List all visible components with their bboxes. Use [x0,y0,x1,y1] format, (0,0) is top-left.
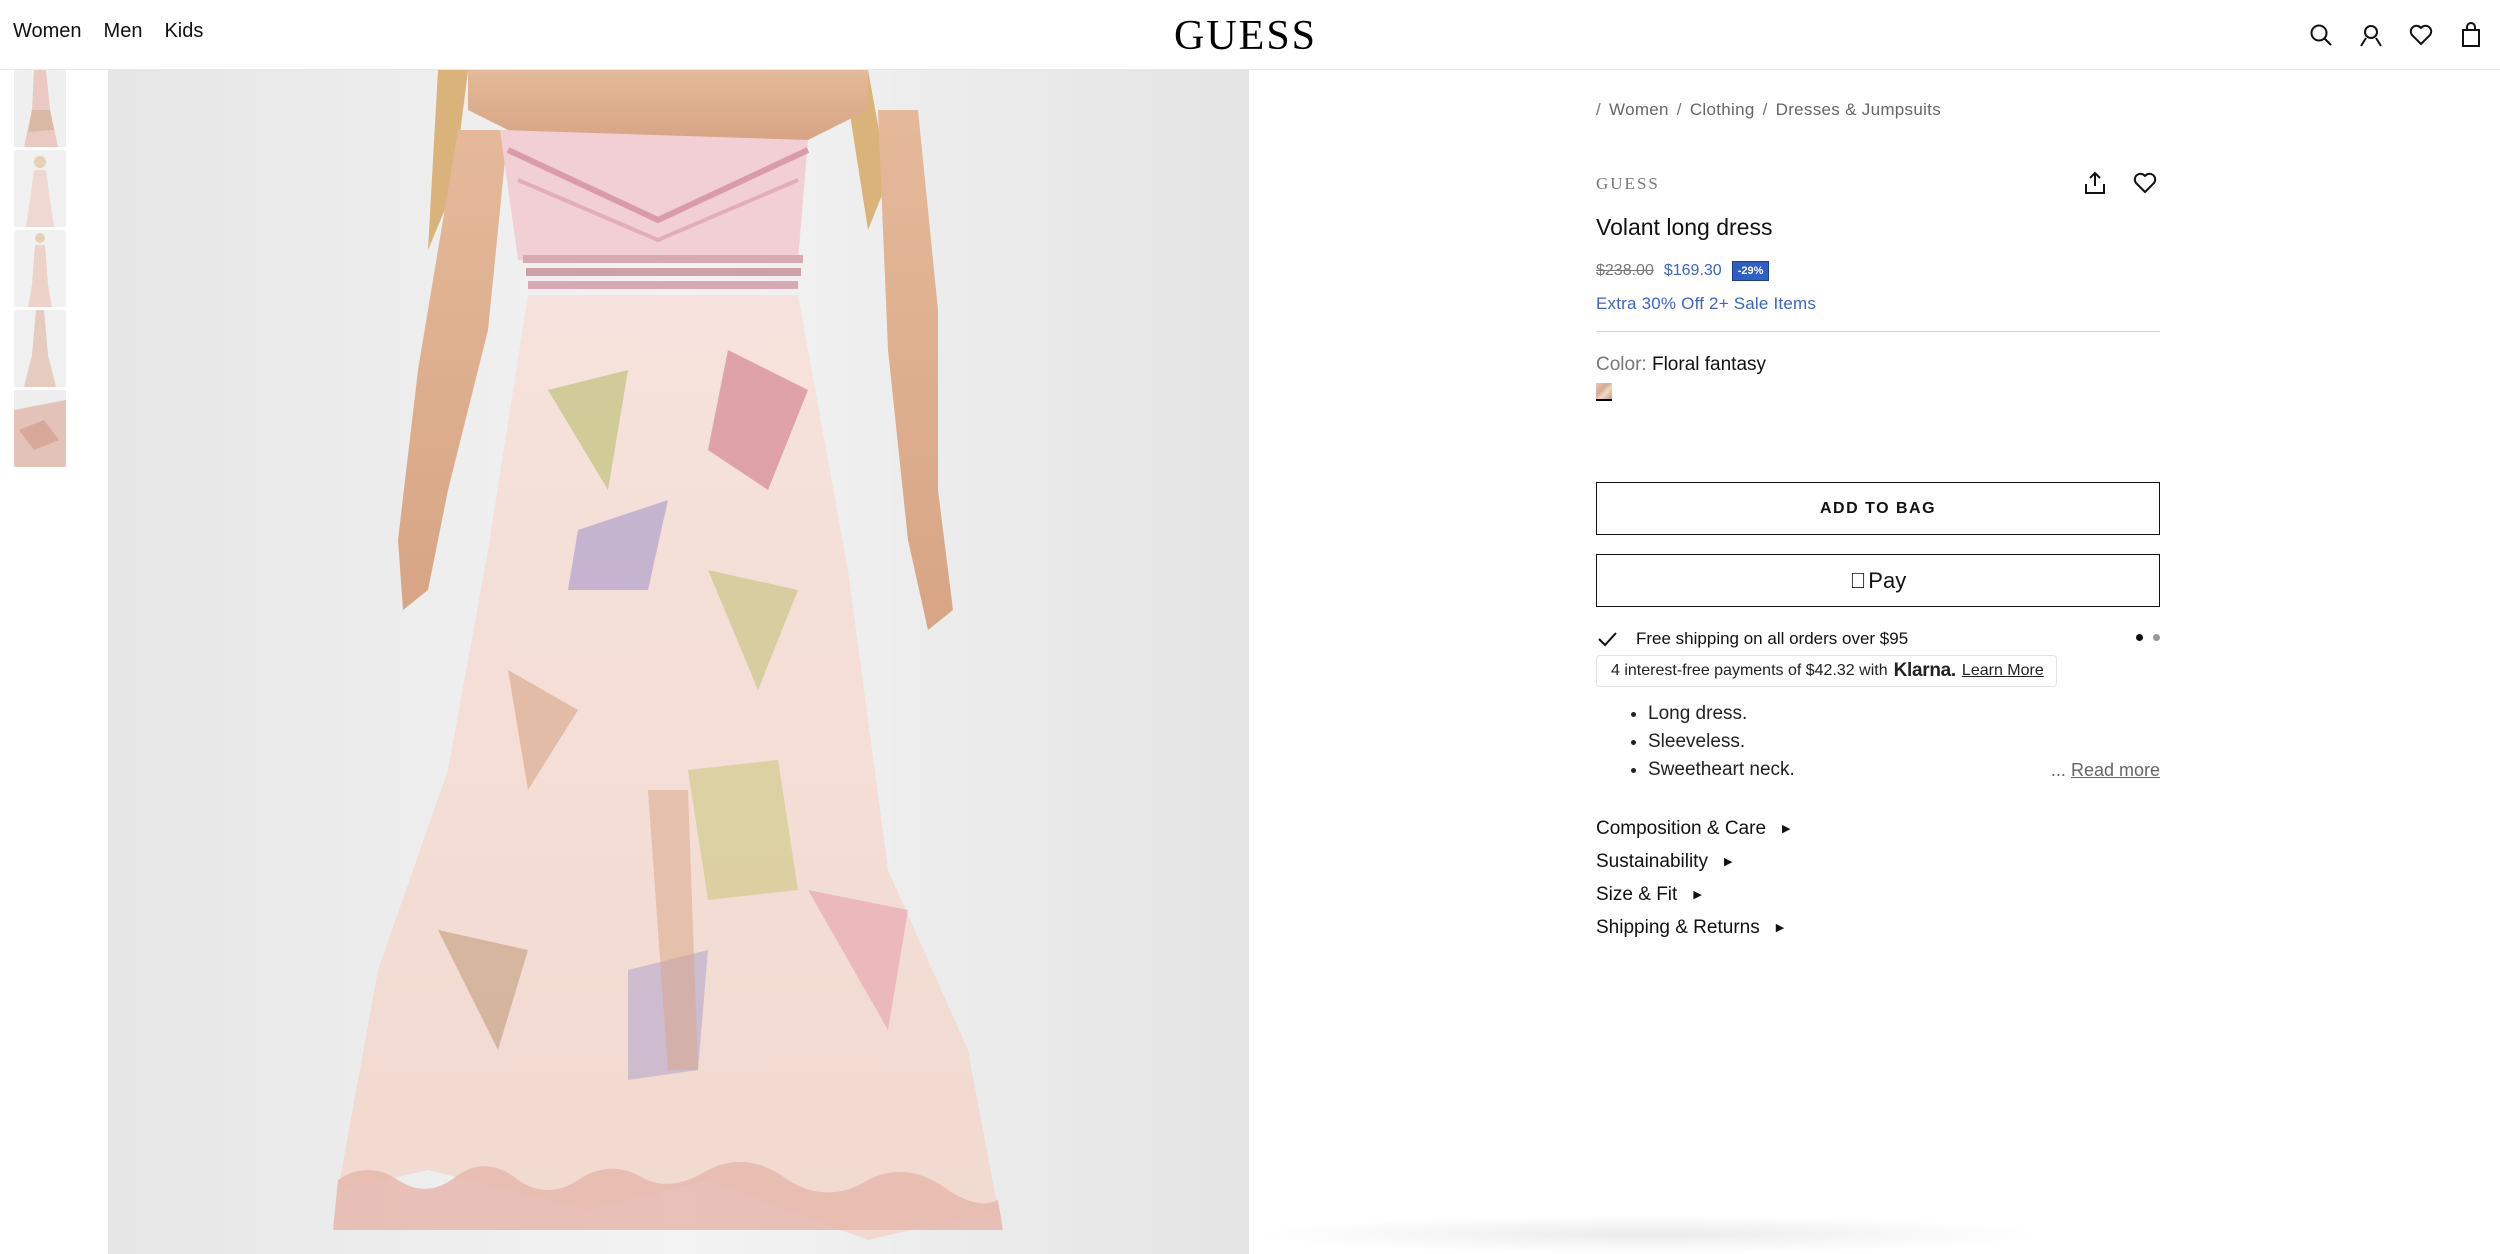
add-to-bag-button[interactable]: ADD TO BAG [1596,482,2160,535]
thumbnail-list [14,70,66,470]
breadcrumb-clothing[interactable]: Clothing [1690,100,1755,120]
search-icon[interactable] [2308,22,2334,48]
product-brand: GUESS [1596,174,1660,193]
accordion-composition-care[interactable]: Composition & Care ▶ [1596,812,1791,845]
read-more-link[interactable]: Read more [2071,760,2160,780]
thumbnail-3[interactable] [14,230,66,307]
price-row: $238.00 $169.30 -29% [1596,261,1770,281]
shipping-banner: Free shipping on all orders over $95 [1596,628,2160,650]
wishlist-icon[interactable] [2408,22,2434,48]
product-title: Volant long dress [1596,214,1773,240]
promo-text[interactable]: Extra 30% Off 2+ Sale Items [1596,294,1816,314]
description-item: Sleeveless. [1648,728,1795,756]
accordion-label: Size & Fit [1596,883,1678,905]
klarna-banner: 4 interest-free payments of $42.32 with … [1596,655,2057,687]
share-icon[interactable] [2082,170,2108,201]
read-more: ... Read more [2051,760,2160,781]
carousel-dot-2[interactable] [2153,634,2160,641]
klarna-text: 4 interest-free payments of $42.32 with [1611,662,1888,679]
color-selection: Color: Floral fantasy [1596,354,1766,376]
breadcrumb-dresses[interactable]: Dresses & Jumpsuits [1776,100,1941,120]
color-value: Floral fantasy [1651,354,1767,375]
carousel-dots [2136,634,2160,641]
color-label: Color: [1596,354,1647,375]
accordion-sustainability[interactable]: Sustainability ▶ [1596,845,1791,878]
accordion-label: Composition & Care [1596,817,1767,839]
nav-women[interactable]: Women [13,20,82,43]
breadcrumb-separator: / [1762,100,1768,119]
shipping-text: Free shipping on all orders over $95 [1636,629,1909,648]
guess-logo[interactable]: GUESS [1174,12,1317,60]
product-main-image[interactable] [108,70,1249,1254]
discount-badge: -29% [1731,261,1770,281]
apple-pay-label: Pay [1860,567,1906,593]
nav-kids[interactable]: Kids [164,20,203,43]
apple-pay-button[interactable]:  Pay [1596,554,2160,607]
breadcrumb-separator: / [1596,100,1602,119]
sale-price: $169.30 [1663,262,1722,279]
header-actions [2308,22,2484,48]
breadcrumb: / Women / Clothing / Dresses & Jumpsuits [1596,100,1941,120]
thumbnail-4[interactable] [14,310,66,387]
apple-icon:  [1850,568,1867,594]
read-more-ellipsis: ... [2050,760,2066,780]
nav-men[interactable]: Men [104,20,143,43]
description-item: Sweetheart neck. [1648,756,1795,784]
main-nav: Women Men Kids [13,20,203,43]
carousel-dot-1[interactable] [2136,634,2143,641]
triangle-right-icon: ▶ [1693,889,1702,901]
klarna-logo: Klarna. [1893,660,1957,681]
bag-icon[interactable] [2458,22,2484,48]
accordion-label: Sustainability [1596,850,1708,872]
triangle-right-icon: ▶ [1782,823,1791,835]
breadcrumb-women[interactable]: Women [1609,100,1669,120]
accordion-label: Shipping & Returns [1596,916,1760,938]
color-swatch-floral-fantasy[interactable] [1596,383,1612,401]
accordion-size-fit[interactable]: Size & Fit ▶ [1596,878,1791,911]
thumbnail-1[interactable] [14,70,66,147]
klarna-learn-more-link[interactable]: Learn More [1962,662,2044,680]
wishlist-heart-icon[interactable] [2132,170,2158,201]
product-description-list: Long dress. Sleeveless. Sweetheart neck. [1648,700,1795,784]
divider [1596,331,2160,332]
site-header: Women Men Kids GUESS [0,0,2500,70]
triangle-right-icon: ▶ [1775,922,1785,934]
thumbnail-5[interactable] [14,390,66,467]
product-accordion: Composition & Care ▶ Sustainability ▶ Si… [1596,812,1791,944]
check-icon [1598,632,1617,647]
original-price: $238.00 [1596,262,1654,279]
footer-shadow [1250,1215,2050,1254]
description-item: Long dress. [1648,700,1795,728]
accordion-shipping-returns[interactable]: Shipping & Returns ▶ [1596,911,1791,944]
thumbnail-2[interactable] [14,150,66,227]
account-icon[interactable] [2358,22,2384,48]
breadcrumb-separator: / [1676,100,1682,119]
triangle-right-icon: ▶ [1723,856,1733,868]
